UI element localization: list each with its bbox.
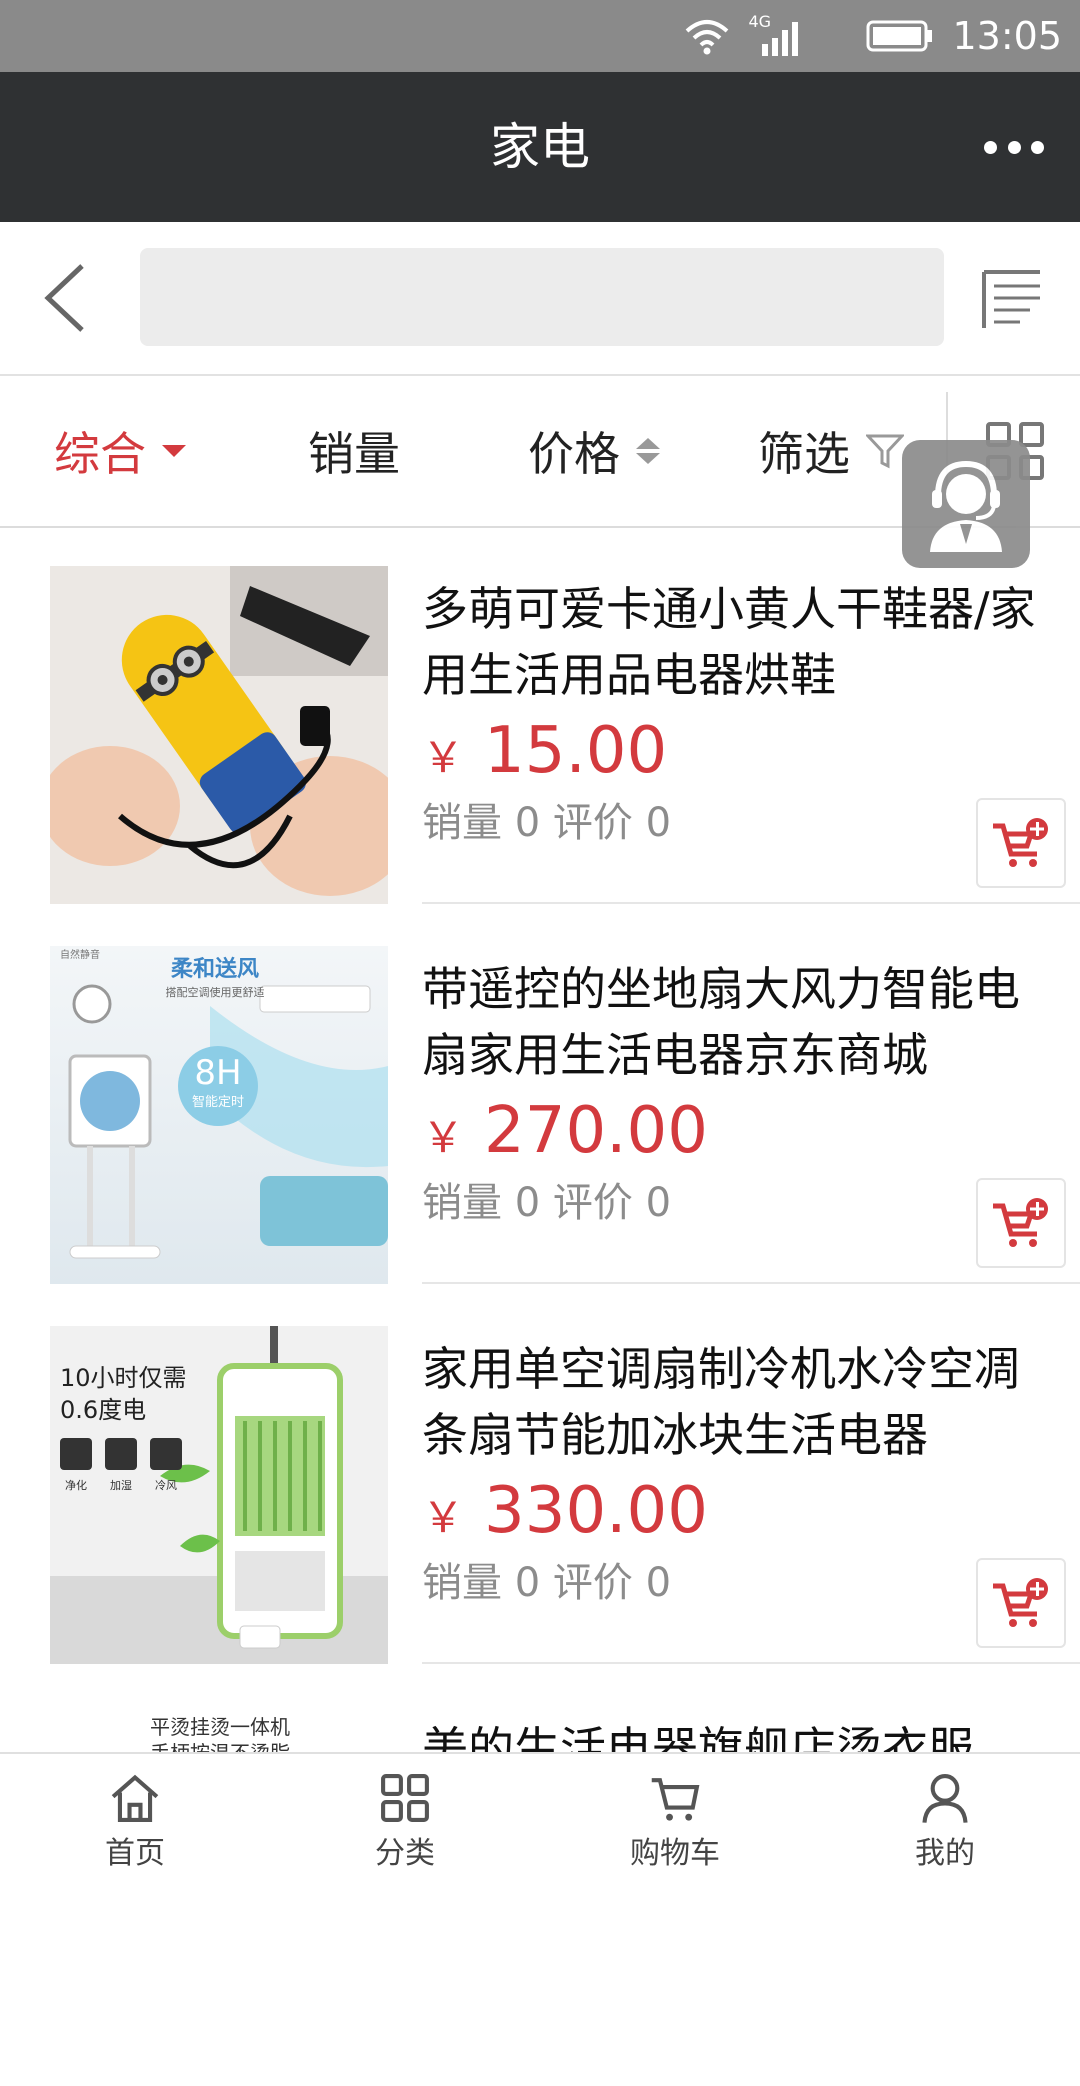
product-price: ￥ 15.00 xyxy=(422,714,667,788)
status-bar-right: 4G 13:05 xyxy=(684,10,1062,62)
cart-icon xyxy=(651,1778,700,1821)
product-name[interactable]: 多萌可爱卡通小黄人干鞋器/家用生活用品电器烘鞋 xyxy=(422,576,1042,708)
tab-cart[interactable]: 购物车 xyxy=(540,1754,810,1872)
top-bar: 家电 xyxy=(0,72,1080,222)
feature-label: 加湿 xyxy=(110,1479,132,1492)
tab-cart-label: 购物车 xyxy=(630,1836,720,1871)
price-currency: ￥ xyxy=(422,1493,465,1542)
image-subline: 0.6度电 xyxy=(60,1396,146,1424)
signal-icon: 4G xyxy=(748,12,808,58)
home-icon xyxy=(111,1774,159,1822)
price-value: 270.00 xyxy=(484,1094,708,1168)
timer-text: 8H xyxy=(194,1053,241,1093)
price-value: 15.00 xyxy=(484,714,668,788)
list-view-icon[interactable] xyxy=(980,266,1044,332)
product-stats: 销量 0 评价 0 xyxy=(422,1180,672,1226)
add-cart-icon xyxy=(993,818,1048,867)
user-icon xyxy=(922,1774,968,1823)
bottom-tab-bar: 首页 分类 购物车 我的 xyxy=(0,1752,1080,1872)
headset-agent-icon xyxy=(930,460,1002,552)
image-headline: 10小时仅需 xyxy=(60,1364,187,1392)
product-name[interactable]: 家用单空调扇制冷机水冷空凋条扇节能加冰块生活电器 xyxy=(422,1336,1042,1468)
divider xyxy=(422,902,1080,904)
funnel-icon xyxy=(866,434,904,469)
feature-label: 冷风 xyxy=(155,1479,177,1492)
product-price: ￥ 330.00 xyxy=(422,1474,708,1548)
status-time: 13:05 xyxy=(952,14,1062,58)
add-to-cart-button[interactable] xyxy=(976,1178,1066,1268)
product-item[interactable]: 8H 智能定时 柔和送风 搭配空调使用更舒适 自然静音 带遥控的坐地扇大风力智能… xyxy=(0,946,1080,1326)
product-item[interactable]: 多萌可爱卡通小黄人干鞋器/家用生活用品电器烘鞋 ￥ 15.00 销量 0 评价 … xyxy=(0,566,1080,946)
back-icon[interactable] xyxy=(40,260,100,336)
search-input[interactable] xyxy=(140,248,944,346)
tab-home-label: 首页 xyxy=(105,1836,165,1871)
image-corner-text: 自然静音 xyxy=(60,948,100,961)
price-currency: ￥ xyxy=(422,733,465,782)
search-bar xyxy=(0,222,1080,376)
customer-service-button[interactable] xyxy=(902,440,1030,568)
add-to-cart-button[interactable] xyxy=(976,1558,1066,1648)
timer-subtext: 智能定时 xyxy=(192,1095,244,1110)
tab-profile-label: 我的 xyxy=(915,1836,975,1871)
more-icon[interactable] xyxy=(984,124,1044,170)
price-currency: ￥ xyxy=(422,1113,465,1162)
product-price: ￥ 270.00 xyxy=(422,1094,708,1168)
status-bar: 4G 13:05 xyxy=(0,0,1080,72)
filter-filter[interactable]: 筛选 xyxy=(758,376,904,526)
divider xyxy=(422,1282,1080,1284)
add-cart-icon xyxy=(993,1578,1048,1627)
filter-sales-label: 销量 xyxy=(308,427,400,481)
caret-down-icon xyxy=(162,445,186,457)
filter-sales[interactable]: 销量 xyxy=(308,376,400,526)
filter-comprehensive-label: 综合 xyxy=(54,427,146,481)
divider xyxy=(422,1662,1080,1664)
product-image[interactable] xyxy=(50,566,388,904)
add-cart-icon xyxy=(993,1198,1048,1247)
tab-profile[interactable]: 我的 xyxy=(810,1754,1080,1872)
add-to-cart-button[interactable] xyxy=(976,798,1066,888)
product-item[interactable]: 10小时仅需 0.6度电 净化 加湿 冷风 家用单空调扇制冷机水冷空凋条扇节能加… xyxy=(0,1326,1080,1706)
filter-price-label: 价格 xyxy=(528,427,620,481)
filter-comprehensive[interactable]: 综合 xyxy=(54,376,186,526)
tab-category[interactable]: 分类 xyxy=(270,1754,540,1872)
sort-icon xyxy=(636,438,660,464)
tab-home[interactable]: 首页 xyxy=(0,1754,270,1872)
image-headline: 平烫挂烫一体机 xyxy=(150,1715,290,1739)
product-image[interactable]: 10小时仅需 0.6度电 净化 加湿 冷风 xyxy=(50,1326,388,1664)
image-subline: 搭配空调使用更舒适 xyxy=(166,985,265,999)
image-headline: 柔和送风 xyxy=(171,956,259,982)
product-name[interactable]: 带遥控的坐地扇大风力智能电扇家用生活电器京东商城 xyxy=(422,956,1042,1088)
product-image[interactable]: 8H 智能定时 柔和送风 搭配空调使用更舒适 自然静音 xyxy=(50,946,388,1284)
category-grid-icon xyxy=(381,1774,429,1822)
tab-category-label: 分类 xyxy=(375,1836,435,1871)
price-value: 330.00 xyxy=(484,1474,708,1548)
filter-filter-label: 筛选 xyxy=(758,427,850,481)
wifi-icon xyxy=(686,20,729,55)
feature-label: 净化 xyxy=(65,1478,87,1492)
page-title: 家电 xyxy=(490,118,590,176)
filter-price[interactable]: 价格 xyxy=(528,376,660,526)
battery-icon xyxy=(866,20,933,52)
product-stats: 销量 0 评价 0 xyxy=(422,1560,672,1606)
product-stats: 销量 0 评价 0 xyxy=(422,800,672,846)
